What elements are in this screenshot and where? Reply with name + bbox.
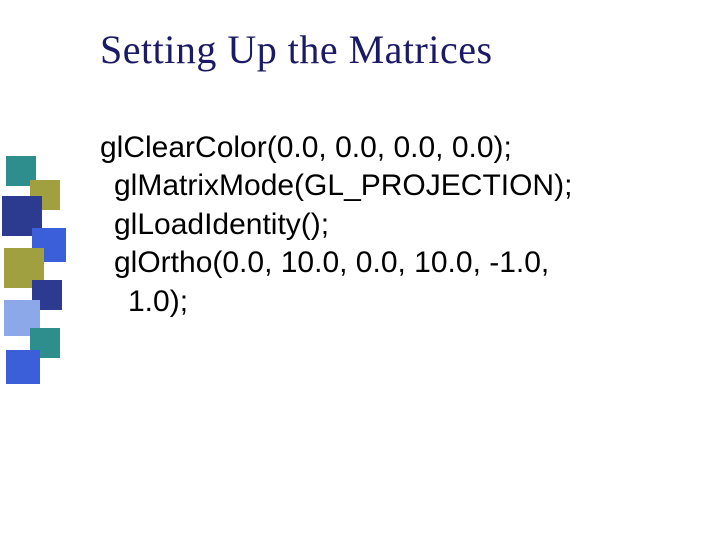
decor-square xyxy=(6,350,40,384)
code-line: glLoadIdentity(); xyxy=(100,206,700,244)
slide-content: Setting Up the Matrices glClearColor(0.0… xyxy=(100,26,700,321)
code-block: glClearColor(0.0, 0.0, 0.0, 0.0); glMatr… xyxy=(100,129,700,321)
code-line: glMatrixMode(GL_PROJECTION); xyxy=(100,167,700,205)
code-line: glClearColor(0.0, 0.0, 0.0, 0.0); xyxy=(100,129,700,167)
code-line: glOrtho(0.0, 10.0, 0.0, 10.0, -1.0, xyxy=(100,244,700,282)
code-line: 1.0); xyxy=(100,283,700,321)
decorative-sidebar xyxy=(0,0,78,540)
slide-title: Setting Up the Matrices xyxy=(100,26,700,73)
